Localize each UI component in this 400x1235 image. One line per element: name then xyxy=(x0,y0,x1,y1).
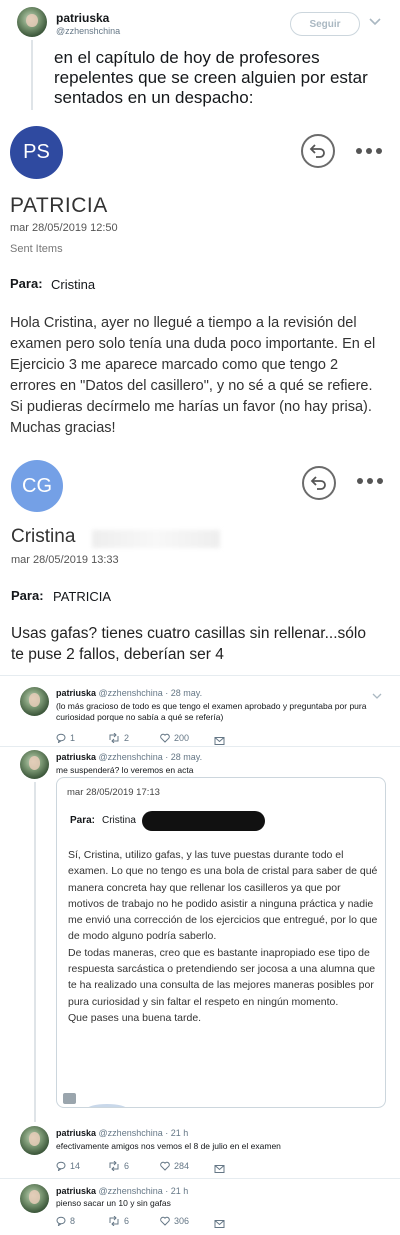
heart-icon xyxy=(160,733,170,743)
like-action[interactable]: 200 xyxy=(160,733,189,743)
avatar-initials: CG xyxy=(22,474,52,497)
divider xyxy=(0,746,400,747)
dm-icon[interactable] xyxy=(214,1216,225,1228)
author-handle[interactable]: @zzhenshchina xyxy=(56,26,120,36)
author-name[interactable]: patriuska xyxy=(56,752,96,762)
email-date: mar 28/05/2019 12:50 xyxy=(10,222,118,234)
email-body: Sí, Cristina, utilizo gafas, y las tuve … xyxy=(68,849,378,1024)
like-count: 200 xyxy=(174,733,190,743)
email-sender: Cristina xyxy=(11,526,76,547)
to-recipient: PATRICIA xyxy=(53,589,112,604)
author-name[interactable]: patriuska xyxy=(56,1128,96,1138)
comment-icon xyxy=(56,1216,66,1226)
avatar[interactable] xyxy=(17,7,47,37)
reply-header: patriuska @zzhenshchina · 28 may. xyxy=(56,688,202,698)
comment-icon xyxy=(56,1161,66,1171)
retweet-action[interactable]: 6 xyxy=(108,1216,129,1226)
divider xyxy=(0,675,400,676)
author-handle[interactable]: @zzhenshchina · 28 may. xyxy=(99,752,203,762)
tweet-text: efectivamente amigos nos vemos el 8 de j… xyxy=(56,1141,281,1151)
like-count: 306 xyxy=(174,1216,190,1226)
retweet-icon xyxy=(109,1216,119,1226)
reply-count: 1 xyxy=(70,733,76,743)
chevron-down-icon[interactable] xyxy=(372,688,382,699)
reply-count: 8 xyxy=(70,1216,76,1226)
reply-action[interactable]: 14 xyxy=(56,1161,80,1171)
avatar[interactable] xyxy=(20,1184,49,1213)
reply-action[interactable]: 1 xyxy=(56,733,75,743)
email-sender: PATRICIA xyxy=(10,194,108,217)
author-name[interactable]: patriuska xyxy=(56,688,96,698)
author-name[interactable]: patriuska xyxy=(56,1186,96,1196)
reply-icon[interactable] xyxy=(302,466,336,500)
divider xyxy=(0,1178,400,1179)
reply-count: 14 xyxy=(70,1161,81,1171)
avatar[interactable] xyxy=(20,687,49,716)
like-action[interactable]: 284 xyxy=(160,1161,189,1171)
avatar-initials: PS xyxy=(23,141,50,163)
to-label: Para: xyxy=(11,588,44,603)
tweet-text: (lo más gracioso de todo es que tengo el… xyxy=(56,701,367,722)
author-handle[interactable]: @zzhenshchina · 21 h xyxy=(99,1186,189,1196)
redacted-name xyxy=(142,811,265,831)
retweet-count: 6 xyxy=(124,1216,130,1226)
reply-header: patriuska @zzhenshchina · 21 h xyxy=(56,1186,188,1196)
avatar[interactable] xyxy=(20,1126,49,1155)
author-handle[interactable]: @zzhenshchina · 28 may. xyxy=(99,688,203,698)
redacted-surname xyxy=(92,530,220,548)
retweet-count: 6 xyxy=(124,1161,130,1171)
avatar-ps: PS xyxy=(10,126,63,179)
to-recipient: Cristina xyxy=(51,277,96,292)
author-name[interactable]: patriuska xyxy=(56,11,109,25)
email-folder: Sent Items xyxy=(10,243,63,255)
to-label: Para: xyxy=(70,815,96,826)
reply-header: patriuska @zzhenshchina · 28 may. xyxy=(56,752,202,762)
dm-icon[interactable] xyxy=(214,1161,225,1173)
retweet-icon xyxy=(109,1161,119,1171)
attached-email-card[interactable]: mar 28/05/2019 17:13 Para: Cristina Sí, … xyxy=(56,777,386,1108)
to-recipient: Cristina xyxy=(102,815,136,826)
retweet-action[interactable]: 2 xyxy=(108,733,129,743)
retweet-action[interactable]: 6 xyxy=(108,1161,129,1171)
email-body: Usas gafas? tienes cuatro casillas sin r… xyxy=(11,625,366,663)
to-label: Para: xyxy=(10,276,43,291)
avatar[interactable] xyxy=(20,750,49,779)
author-handle[interactable]: @zzhenshchina · 21 h xyxy=(99,1128,189,1138)
reply-header: patriuska @zzhenshchina · 21 h xyxy=(56,1128,188,1138)
like-action[interactable]: 306 xyxy=(160,1216,189,1226)
chevron-down-icon[interactable] xyxy=(368,14,382,28)
like-count: 284 xyxy=(174,1161,190,1171)
follow-button[interactable]: Seguir xyxy=(290,12,360,36)
retweet-icon xyxy=(109,733,119,743)
heart-icon xyxy=(160,1161,170,1171)
reply-action[interactable]: 8 xyxy=(56,1216,75,1226)
attachment-icon xyxy=(63,1093,76,1104)
email-date: mar 28/05/2019 17:13 xyxy=(67,787,160,798)
avatar-cg: CG xyxy=(11,460,63,512)
scroll-fade xyxy=(87,1104,127,1107)
email-date: mar 28/05/2019 13:33 xyxy=(11,554,119,566)
retweet-count: 2 xyxy=(124,733,130,743)
comment-icon xyxy=(56,733,66,743)
thread-line xyxy=(34,782,36,1122)
tweet-text: en el capítulo de hoy de profesores repe… xyxy=(54,48,368,107)
more-options-icon[interactable] xyxy=(356,148,382,154)
tweet-text: pienso sacar un 10 y sin gafas xyxy=(56,1198,171,1208)
heart-icon xyxy=(160,1216,170,1226)
tweet-text: me suspenderá? lo veremos en acta xyxy=(56,765,194,775)
email-body: Hola Cristina, ayer no llegué a tiempo a… xyxy=(10,315,376,436)
dm-icon[interactable] xyxy=(214,733,225,745)
reply-icon[interactable] xyxy=(301,134,335,168)
more-options-icon[interactable] xyxy=(357,478,383,484)
thread-line xyxy=(31,40,33,110)
